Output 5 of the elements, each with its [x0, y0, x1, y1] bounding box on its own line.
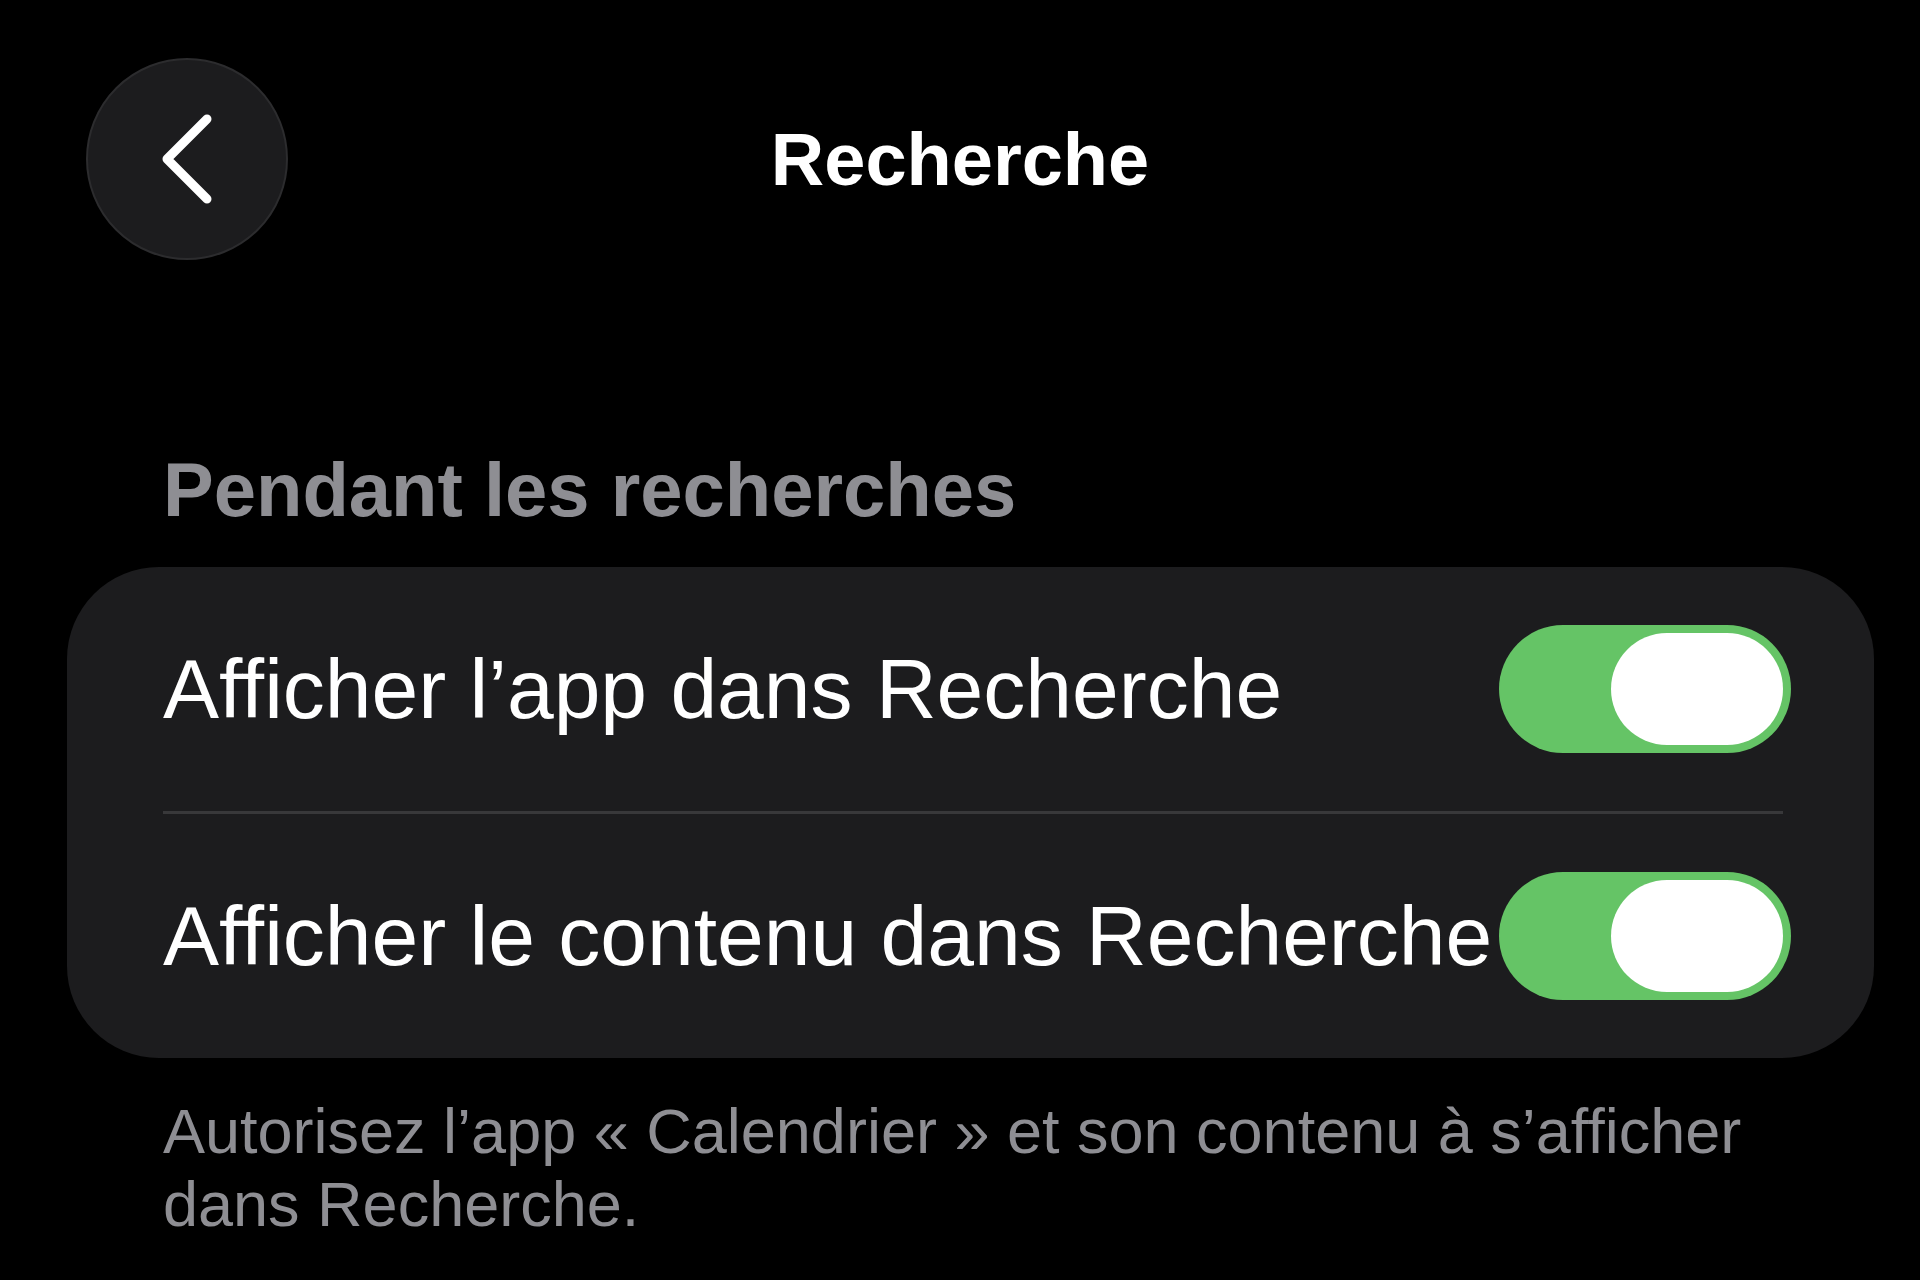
section-footer-text: Autorisez l’app « Calendrier » et son contenu à s’afficher dans Recherche.	[163, 1095, 1743, 1241]
page-title: Recherche	[769, 116, 1151, 202]
setting-label: Afficher l’app dans Recherche	[163, 640, 1283, 738]
section-header: Pendant les recherches	[163, 446, 1018, 534]
setting-label: Afficher le contenu dans Recherche	[163, 887, 1493, 985]
